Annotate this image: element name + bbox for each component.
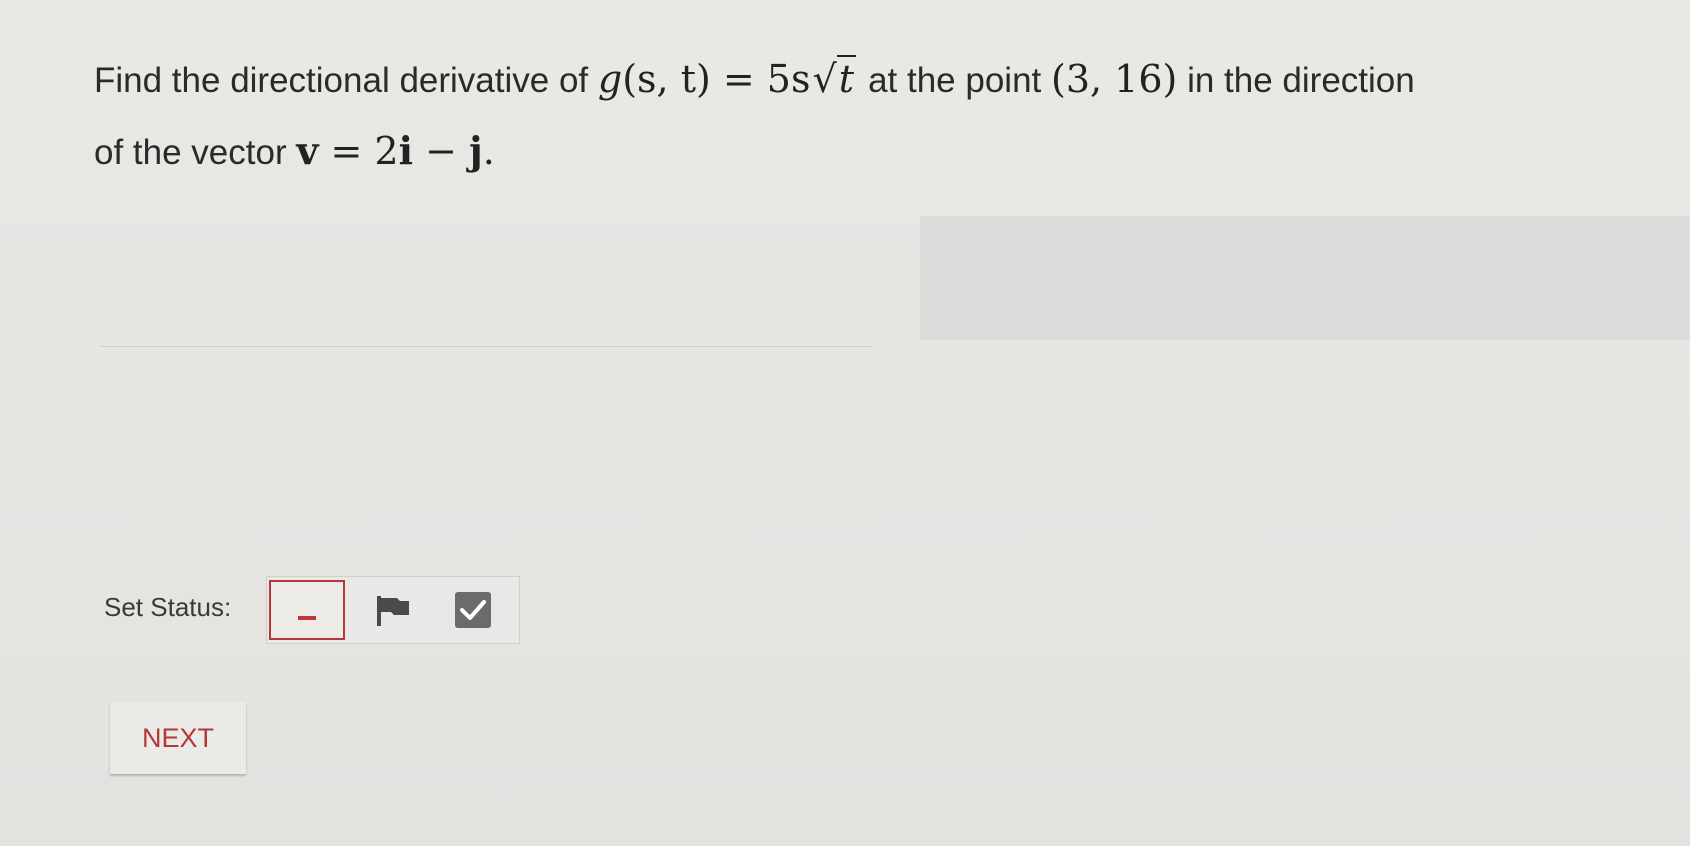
question-text-part: at the point <box>868 61 1051 100</box>
sqrt-expression: √t <box>812 55 856 101</box>
function-name: g <box>597 57 623 101</box>
status-answered-button[interactable] <box>435 580 511 640</box>
set-status-label: Set Status: <box>104 592 232 622</box>
question-text-part: Find the directional derivative of <box>94 61 598 100</box>
sqrt-radicand: t <box>836 55 856 101</box>
function-expression: g(s, t) = 5s√t <box>597 55 868 101</box>
checkbox-checked-icon <box>455 592 491 628</box>
quiz-page: Find the directional derivative of g(s, … <box>0 0 1690 846</box>
question-line-2: of the vector v = 2i − j. <box>94 116 1674 188</box>
divider <box>100 346 872 347</box>
question-line-1: Find the directional derivative of g(s, … <box>94 44 1674 116</box>
function-args: (s, t) = 5s <box>622 57 811 101</box>
next-button[interactable]: NEXT <box>110 702 246 774</box>
answer-input-area[interactable] <box>920 216 1690 340</box>
question-text-part: in the direction <box>1187 61 1415 100</box>
vector-name: v <box>296 128 319 173</box>
vector-minus: − <box>413 129 470 173</box>
question-text-part: of the vector <box>94 133 297 172</box>
unit-vector-j: j <box>469 128 483 173</box>
status-button-group <box>266 576 520 644</box>
unit-vector-i: i <box>398 128 414 173</box>
vector-equals: = 2 <box>318 129 399 173</box>
flag-icon <box>377 596 409 626</box>
point-coordinates: (3, 16) <box>1051 57 1178 101</box>
vector-expression: v = 2i − j. <box>296 128 495 173</box>
dash-icon <box>298 616 316 620</box>
status-flag-button[interactable] <box>355 580 431 640</box>
question-text: Find the directional derivative of g(s, … <box>94 44 1674 188</box>
vector-period: . <box>482 129 495 173</box>
status-unanswered-button[interactable] <box>269 580 345 640</box>
